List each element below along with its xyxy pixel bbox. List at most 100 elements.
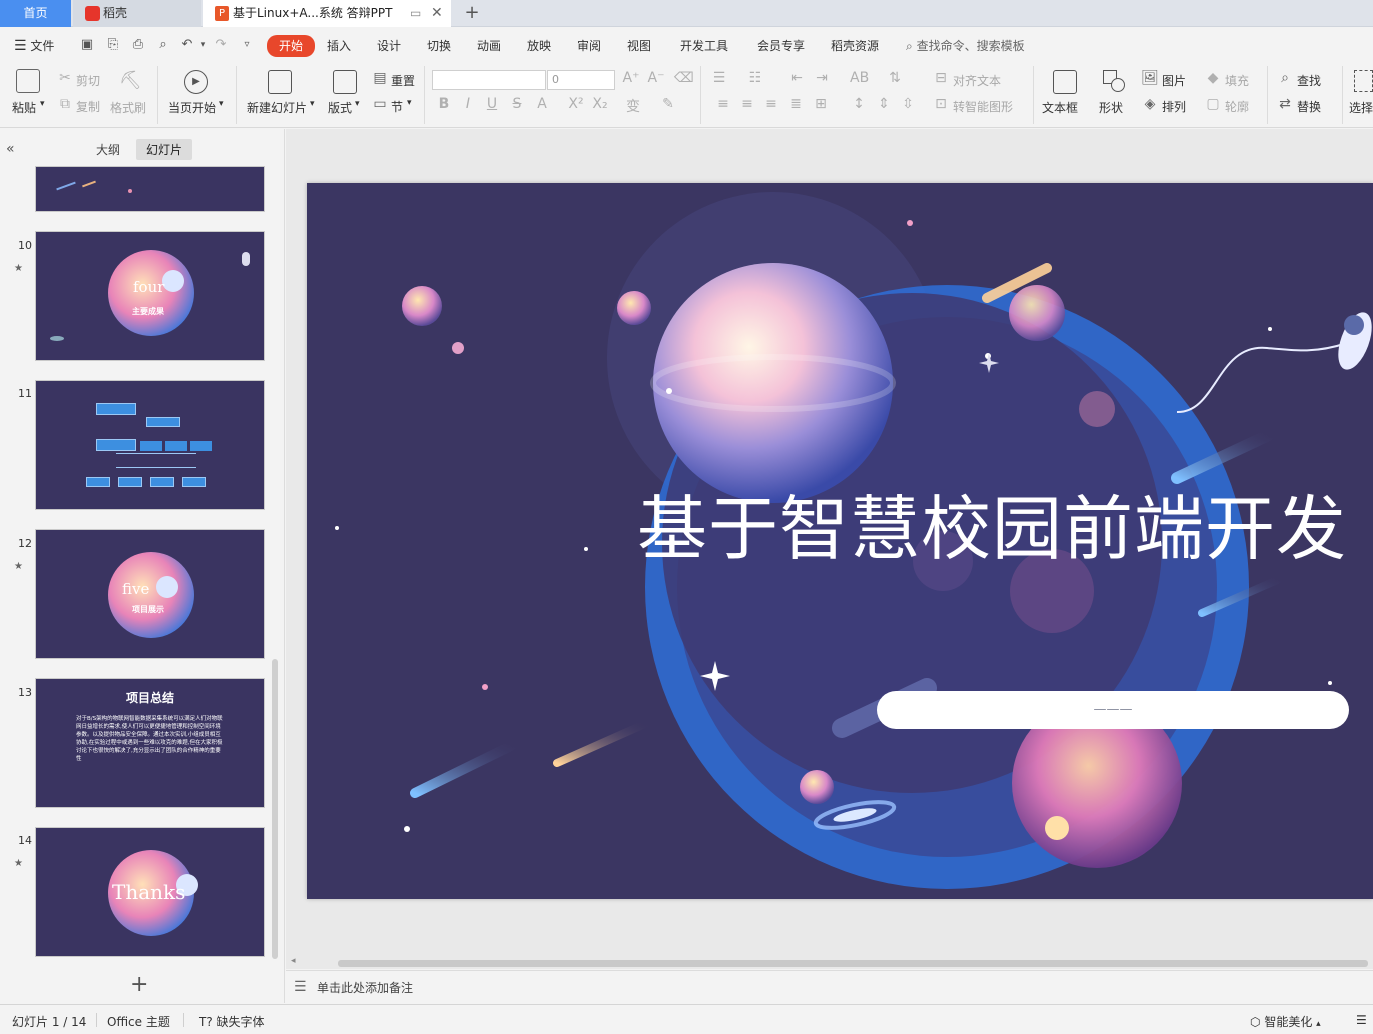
layout-dropdown-icon[interactable]: ▾ [355,99,360,109]
strikethrough-icon[interactable]: S [508,96,526,112]
export-pdf-icon[interactable]: ⎘ [104,36,122,54]
format-painter-icon[interactable]: ⛏ [119,70,142,91]
slide-canvas[interactable]: 基于智慧校园前端开发 ——— [307,183,1373,899]
font-size-combo[interactable]: 0 [547,70,615,90]
slides-view-tab[interactable]: 幻灯片 [136,139,193,160]
subscript-icon[interactable]: X₂ [591,96,609,112]
notes-placeholder[interactable]: 单击此处添加备注 [317,979,413,996]
editor-horizontal-scrollbar[interactable]: ◂ [286,956,1373,969]
align-center-icon[interactable]: ≡ [738,96,756,112]
align-right-icon[interactable]: ≡ [762,96,780,112]
select-button[interactable]: 选择 [1349,99,1373,116]
align-text-button[interactable]: 对齐文本 [953,72,1001,89]
undo-dropdown-icon[interactable]: ▾ [194,36,212,54]
arrange-button[interactable]: 排列 [1162,98,1186,115]
find-icon[interactable]: ⌕ [1276,70,1294,86]
paste-dropdown-icon[interactable]: ▾ [40,99,45,109]
align-left-icon[interactable]: ≡ [714,96,732,112]
paste-button[interactable]: 粘贴 [12,99,36,116]
text-direction-icon[interactable]: AB [850,70,869,86]
textbox-button[interactable]: 文本框 [1042,99,1078,116]
menu-review[interactable]: 审阅 [577,36,601,56]
superscript-icon[interactable]: X² [567,96,585,112]
menu-insert[interactable]: 插入 [327,36,351,56]
notes-toggle-icon[interactable]: ☰ [1356,1013,1367,1027]
menu-slideshow[interactable]: 放映 [527,36,551,56]
menu-view[interactable]: 视图 [627,36,651,56]
select-icon[interactable] [1354,70,1373,92]
notes-pane[interactable]: ☰ 单击此处添加备注 [286,970,1373,1003]
menu-design[interactable]: 设计 [377,36,401,56]
bullet-list-icon[interactable]: ☰ [710,70,728,86]
font-name-combo[interactable] [432,70,546,90]
collapse-panel-icon[interactable]: « [6,141,15,157]
smart-shape-icon[interactable]: ⊡ [932,96,950,112]
scrollbar-thumb[interactable] [338,960,1368,967]
increase-indent-icon[interactable]: ⇥ [813,70,831,86]
tab-home[interactable]: 首页 [0,0,71,27]
shape-icon[interactable] [1103,70,1125,92]
phonetic-icon[interactable]: 变 [624,96,642,116]
new-tab-button[interactable]: + [462,0,482,27]
tab-docer[interactable]: 稻壳 [73,0,201,27]
file-menu[interactable]: ☰ 文件 [14,36,54,56]
justify-icon[interactable]: ≣ [787,96,805,112]
copy-icon[interactable]: ⧉ [56,96,74,112]
smart-shape-button[interactable]: 转智能图形 [953,98,1013,115]
close-tab-icon[interactable]: ✕ [431,0,443,27]
find-button[interactable]: 查找 [1297,72,1321,89]
new-slide-button[interactable]: 新建幻灯片 [247,99,307,116]
pin-icon[interactable]: ▭ [410,0,421,27]
slide-thumbnail[interactable]: Thanks [35,827,265,957]
panel-scrollbar[interactable] [272,659,278,959]
increase-font-icon[interactable]: A⁺ [622,70,640,86]
slide-thumbnail[interactable] [35,166,265,212]
outline-icon[interactable]: ▢ [1204,96,1222,112]
cut-icon[interactable]: ✂ [56,70,74,86]
menu-animation[interactable]: 动画 [477,36,501,56]
save-icon[interactable]: ▣ [78,36,96,54]
fill-icon[interactable]: ◆ [1204,70,1222,86]
format-painter-button[interactable]: 格式刷 [110,99,146,116]
new-slide-dropdown-icon[interactable]: ▾ [310,99,315,109]
decrease-font-icon[interactable]: A⁻ [647,70,665,86]
spacing-options-icon[interactable]: ⇳ [899,96,917,112]
italic-icon[interactable]: I [459,96,477,112]
print-preview-icon[interactable]: ⌕ [154,36,172,54]
outline-button[interactable]: 轮廓 [1225,98,1249,115]
arrange-icon[interactable]: ◈ [1141,96,1159,112]
redo-icon[interactable]: ↷ [212,36,230,54]
section-button[interactable]: 节 [391,98,403,115]
line-spacing-icon[interactable]: ↕ [850,96,868,112]
command-search[interactable]: ⌕ 查找命令、搜索模板 [906,36,1025,56]
clear-format-icon[interactable]: ⌫ [674,70,694,86]
play-dropdown-icon[interactable]: ▾ [219,99,224,109]
section-dropdown-icon[interactable]: ▾ [407,98,412,108]
section-icon[interactable]: ▭ [371,96,389,112]
decrease-indent-icon[interactable]: ⇤ [788,70,806,86]
menu-docer-resources[interactable]: 稻壳资源 [831,36,879,56]
cut-button[interactable]: 剪切 [76,72,100,89]
theme-name[interactable]: Office 主题 [107,1013,170,1030]
customize-toolbar-icon[interactable]: ▿ [238,36,256,54]
print-icon[interactable]: ⎙ [129,36,147,54]
slide-thumbnail[interactable] [35,380,265,510]
replace-button[interactable]: 替换 [1297,98,1321,115]
align-text-icon[interactable]: ⊟ [932,70,950,86]
new-slide-icon[interactable] [268,70,292,94]
bold-icon[interactable]: B [435,96,453,112]
slide-title[interactable]: 基于智慧校园前端开发 [637,473,1347,574]
fill-button[interactable]: 填充 [1225,72,1249,89]
tab-document[interactable]: P 基于Linux+A...系统 答辩PPT ▭ ✕ [203,0,451,27]
missing-font-indicator[interactable]: T? 缺失字体 [199,1013,265,1030]
sort-icon[interactable]: ⇅ [886,70,904,86]
picture-icon[interactable]: 🖼 [1141,70,1159,86]
play-icon[interactable]: ▶ [184,70,208,94]
shape-button[interactable]: 形状 [1099,99,1123,116]
reset-icon[interactable]: ▤ [371,70,389,86]
play-current-button[interactable]: 当页开始 [168,99,216,116]
slide-thumbnail[interactable]: 项目总结 对于B/S架构的物联网智能数据采集系统可以满足人们对物联网日益增长的需… [35,678,265,808]
layout-icon[interactable] [333,70,357,94]
menu-transition[interactable]: 切换 [427,36,451,56]
numbered-list-icon[interactable]: ☷ [746,70,764,86]
